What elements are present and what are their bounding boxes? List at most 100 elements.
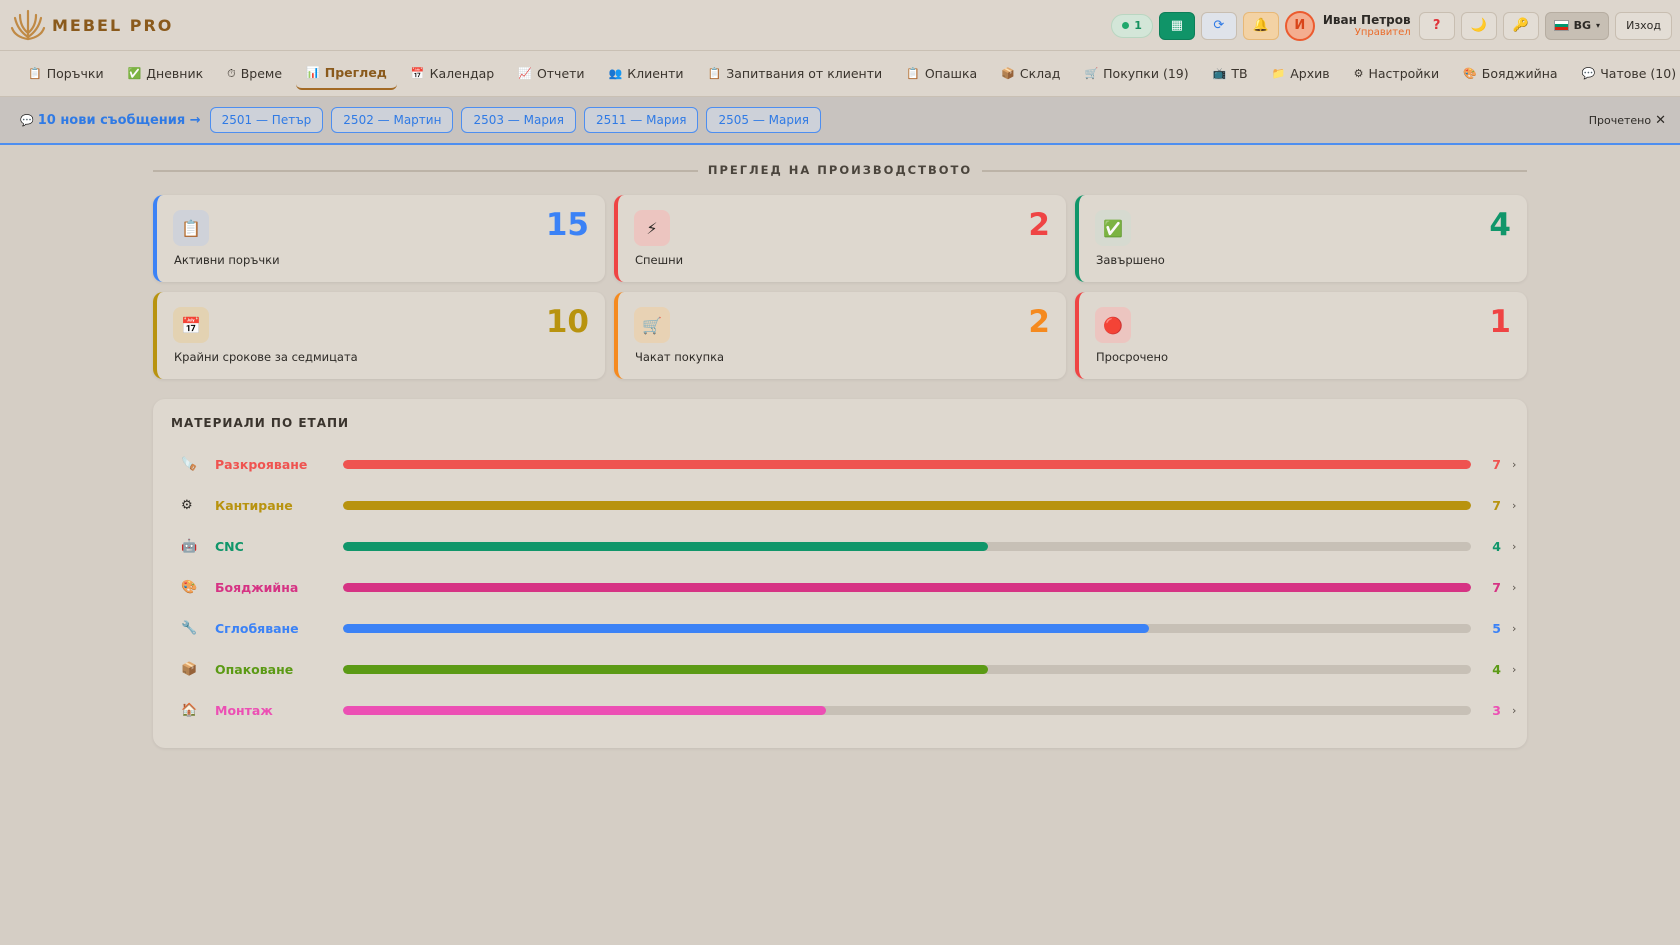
logout-button[interactable]: Изход xyxy=(1615,11,1672,40)
nav-item-6[interactable]: 👥 Клиенти xyxy=(599,58,694,90)
nav-item-9[interactable]: 📦 Склад xyxy=(991,58,1070,90)
stat-card[interactable]: 📅 10 Крайни срокове за седмицата xyxy=(153,292,605,379)
nav-icon: 🎨 xyxy=(1463,67,1477,80)
nav-item-1[interactable]: ✅ Дневник xyxy=(118,58,214,90)
nav-label: Време xyxy=(240,66,283,81)
nav-icon: ⚙ xyxy=(1353,67,1364,80)
stat-label: Крайни срокове за седмицата xyxy=(174,350,358,364)
stat-icon: ⚡ xyxy=(634,210,670,246)
nav-item-0[interactable]: 📋 Поръчки xyxy=(18,58,114,90)
layout-grid-button[interactable]: ▦ xyxy=(1158,11,1195,40)
language-code: BG xyxy=(1573,19,1592,32)
stage-count: 7 xyxy=(1492,580,1501,595)
stage-row[interactable]: 🏠 Монтаж 3 › xyxy=(171,690,1516,731)
stage-row[interactable]: 📦 Опаковане 4 › xyxy=(171,649,1516,690)
nav-item-3[interactable]: 📊 Преглед xyxy=(296,58,397,90)
theme-toggle-button[interactable]: 🌙 xyxy=(1460,11,1497,40)
user-role: Управител xyxy=(1354,27,1411,38)
nav-item-13[interactable]: ⚙ Настройки xyxy=(1344,58,1449,90)
online-dot-icon xyxy=(1122,22,1130,29)
stage-count: 4 xyxy=(1492,539,1501,554)
nav-label: Настройки xyxy=(1368,66,1440,81)
stage-row[interactable]: 🔧 Сглобяване 5 › xyxy=(171,608,1516,649)
nav-icon: 📺 xyxy=(1212,67,1227,80)
message-chip[interactable]: 2502 — Мартин xyxy=(331,107,454,133)
nav-item-12[interactable]: 📁 Архив xyxy=(1262,58,1340,90)
bg-flag-icon xyxy=(1553,20,1569,31)
nav-item-8[interactable]: 📋 Опашка xyxy=(896,58,987,90)
stat-label: Спешни xyxy=(635,253,684,267)
language-select[interactable]: BG ▾ xyxy=(1544,11,1610,40)
stat-label: Активни поръчки xyxy=(174,253,280,267)
stage-progress-track xyxy=(343,583,1471,592)
message-chip[interactable]: 2503 — Мария xyxy=(461,107,576,133)
nav-icon: 📈 xyxy=(518,67,532,80)
refresh-button[interactable]: ⟳ xyxy=(1200,11,1237,40)
message-chip[interactable]: 2511 — Мария xyxy=(583,107,699,133)
stat-icon: 🔴 xyxy=(1095,307,1131,343)
stage-progress-track xyxy=(343,460,1471,469)
stat-card[interactable]: 🔴 1 Просрочено xyxy=(1075,292,1527,379)
stage-label: Разкрояване xyxy=(215,457,308,472)
new-messages-bar: 💬 10 нови съобщения → 2501 — Петър 2502 —… xyxy=(0,97,1680,145)
stage-label: Кантиране xyxy=(215,498,293,513)
stage-row[interactable]: 🤖 CNC 4 › xyxy=(171,526,1516,567)
stage-icon: 🤖 xyxy=(181,539,198,554)
key-icon: 🔑 xyxy=(1512,18,1529,33)
nav-label: Покупки (19) xyxy=(1103,66,1189,81)
nav-item-14[interactable]: 🎨 Бояджийна xyxy=(1453,58,1567,90)
stage-icon: 🔧 xyxy=(181,621,198,636)
close-icon: ✕ xyxy=(1655,112,1666,128)
chevron-down-icon: ▾ xyxy=(1596,21,1601,30)
user-info[interactable]: Иван Петров Управител xyxy=(1323,13,1411,38)
stage-label: CNC xyxy=(215,539,244,554)
new-messages-label: 10 нови съобщения → xyxy=(37,112,201,128)
stat-value: 2 xyxy=(1028,304,1050,340)
nav-label: Архив xyxy=(1290,66,1330,81)
logo-leaf-icon xyxy=(10,9,46,41)
stage-progress-fill xyxy=(343,624,1149,633)
message-chips: 2501 — Петър 2502 — Мартин 2503 — Мария 251… xyxy=(209,107,829,133)
stage-row[interactable]: 🎨 Бояджийна 7 › xyxy=(171,567,1516,608)
nav-item-7[interactable]: 📋 Запитвания от клиенти xyxy=(698,58,893,90)
notifications-button[interactable]: 🔔 xyxy=(1242,11,1279,40)
message-chip[interactable]: 2505 — Мария xyxy=(706,107,821,133)
nav-label: Бояджийна xyxy=(1481,66,1558,81)
nav-label: ТВ xyxy=(1231,66,1248,81)
stage-row[interactable]: ⚙ Кантиране 7 › xyxy=(171,485,1516,526)
main-nav: 📋 Поръчки ✅ Дневник ⏱ Време 📊 Преглед 📅 Календар 📈… xyxy=(0,51,1680,97)
avatar[interactable]: И xyxy=(1284,10,1315,41)
nav-item-4[interactable]: 📅 Календар xyxy=(401,58,504,90)
nav-label: Чатове (10) xyxy=(1600,66,1677,81)
stat-card[interactable]: 📋 15 Активни поръчки xyxy=(153,195,605,282)
stage-label: Бояджийна xyxy=(215,580,299,595)
help-button[interactable]: ? xyxy=(1418,11,1455,40)
stage-progress-track xyxy=(343,624,1471,633)
nav-item-15[interactable]: 💬 Чатове (10) xyxy=(1572,58,1680,90)
mark-read-button[interactable]: Прочетено ✕ xyxy=(1589,97,1666,143)
nav-icon: 👥 xyxy=(608,67,623,80)
nav-icon: 🛒 xyxy=(1084,67,1099,80)
nav-item-2[interactable]: ⏱ Време xyxy=(217,58,292,90)
nav-label: Дневник xyxy=(146,66,204,81)
stat-card[interactable]: ⚡ 2 Спешни xyxy=(614,195,1066,282)
app-logo[interactable]: MEBEL PRO xyxy=(10,7,173,43)
nav-item-5[interactable]: 📈 Отчети xyxy=(508,58,594,90)
message-chip[interactable]: 2501 — Петър xyxy=(209,107,324,133)
stat-icon: 📋 xyxy=(173,210,209,246)
stage-row[interactable]: 🪚 Разкрояване 7 › xyxy=(171,444,1516,485)
stage-list: 🪚 Разкрояване 7 › ⚙ Кантиране 7 › 🤖 CNC 4 › 🎨 Бояджий… xyxy=(171,444,1516,731)
online-users-badge[interactable]: 1 xyxy=(1111,13,1153,38)
nav-label: Преглед xyxy=(324,65,387,80)
stat-card[interactable]: 🛒 2 Чакат покупка xyxy=(614,292,1066,379)
nav-item-10[interactable]: 🛒 Покупки (19) xyxy=(1074,58,1198,90)
new-messages-link[interactable]: 💬 10 нови съобщения → xyxy=(20,113,201,128)
key-button[interactable]: 🔑 xyxy=(1502,11,1539,40)
nav-item-11[interactable]: 📺 ТВ xyxy=(1203,58,1258,90)
nav-icon: 📋 xyxy=(707,67,722,80)
nav-label: Опашка xyxy=(924,66,978,81)
materials-title: МАТЕРИАЛИ ПО ЕТАПИ xyxy=(171,416,350,430)
section-divider: ПРЕГЛЕД НА ПРОИЗВОДСТВОТО xyxy=(153,145,1527,195)
stat-card[interactable]: ✅ 4 Завършено xyxy=(1075,195,1527,282)
chat-bubble-icon: 💬 xyxy=(20,113,34,127)
